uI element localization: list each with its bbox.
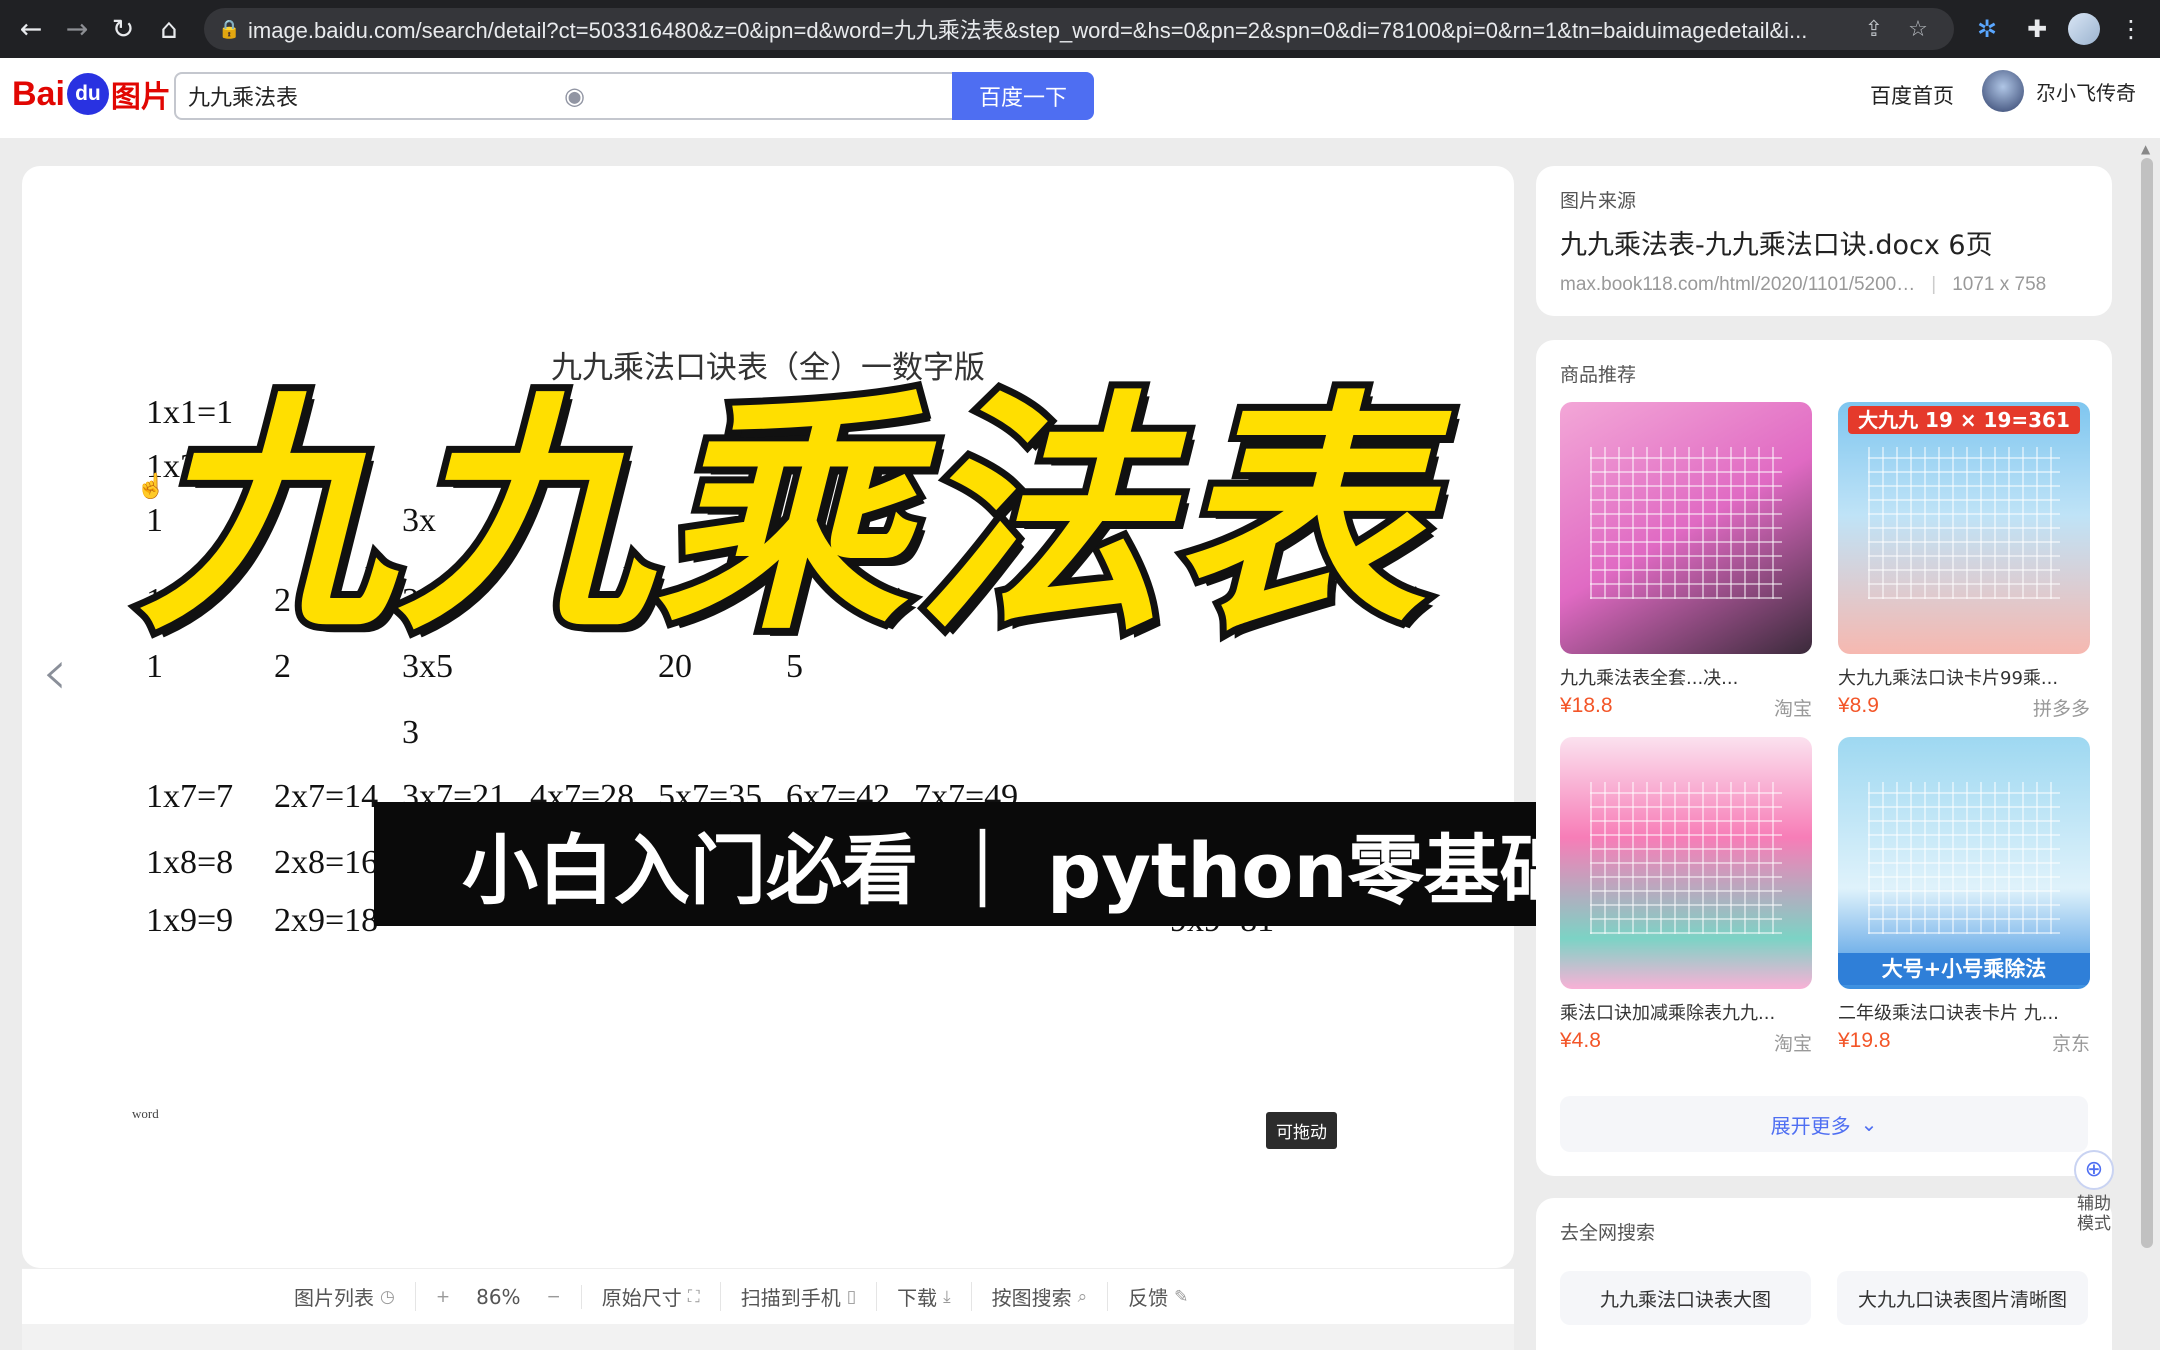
scroll-up-icon[interactable]: ▲ [2141,142,2150,156]
drag-tooltip: 可拖动 [1266,1112,1337,1149]
logo-text: Bai [12,74,65,113]
product-name[interactable]: 乘法口诀加减乘除表九九... [1560,999,1812,1025]
feedback-button[interactable]: 反馈 ✎ [1108,1282,1208,1311]
zoom-control: + 86% − [416,1284,582,1309]
product-name[interactable]: 二年级乘法口诀表卡片 九... [1838,999,2090,1025]
product-item[interactable]: 大九九 19 × 19=361 大九九乘法口诀卡片99乘... ¥8.9 拼多多 [1838,402,2090,721]
bottom-strip [22,1324,1514,1350]
product-shop: 京东 [2051,1033,2090,1055]
product-item[interactable]: 乘法口诀加减乘除表九九... ¥4.8 淘宝 [1560,737,1812,1056]
download-button[interactable]: 下载 ⤓ [877,1282,972,1311]
product-name[interactable]: 大九九乘法口诀卡片99乘... [1838,664,2090,690]
username[interactable]: 尕小飞传奇 [2036,77,2136,106]
page-scrollbar[interactable]: ▲ [2138,142,2156,1350]
show-more-button[interactable]: 展开更多 ⌄ [1560,1096,2088,1152]
user-menu[interactable]: 尕小飞传奇 [1982,70,2136,112]
search-input[interactable]: 九九乘法表 ◉ [174,72,952,120]
product-image[interactable] [1560,737,1812,989]
camera-icon[interactable]: ◉ [564,82,940,110]
product-name[interactable]: 九九乘法表全套...决... [1560,664,1812,690]
table-row: 1x8=8 2x8=16 [146,844,379,881]
browser-toolbar: ← → ↻ ⌂ 🔒 image.baidu.com/search/detail?… [0,0,2160,58]
web-search-tag[interactable]: 大九九口诀表图片清晰图 [1837,1271,2088,1325]
feedback-icon: ✎ [1174,1286,1189,1307]
web-search-tag[interactable]: 九九乘法口诀表大图 [1560,1271,1811,1325]
source-title[interactable]: 九九乘法表-九九乘法口诀.docx 6页 [1560,223,2088,262]
share-icon[interactable]: ⇪ [1852,17,1896,42]
search-value[interactable]: 九九乘法表 [188,80,564,112]
zoom-level: 86% [476,1284,521,1309]
forward-icon[interactable]: → [54,6,100,52]
source-label: 图片来源 [1560,190,1637,212]
zoom-out-icon[interactable]: − [547,1287,561,1307]
scan-to-phone-button[interactable]: 扫描到手机 ▯ [721,1282,878,1311]
reload-icon[interactable]: ↻ [100,6,146,52]
scroll-thumb[interactable] [2141,158,2153,1248]
product-price: ¥4.8 [1560,1029,1601,1052]
profile-avatar[interactable] [2068,13,2100,45]
product-item[interactable]: 大号+小号乘除法 二年级乘法口诀表卡片 九... ¥19.8 京东 [1838,737,2090,1056]
product-image[interactable]: 大号+小号乘除法 [1838,737,2090,989]
image-dimensions: 1071 x 758 [1952,274,2047,295]
baidu-header: Bai du 图片 九九乘法表 ◉ 百度一下 百度首页 尕小飞传奇 [0,58,2160,138]
web-search-label: 去全网搜索 [1560,1222,1656,1244]
table-row: 3 [402,714,419,751]
product-shop: 拼多多 [2032,698,2090,720]
baidu-logo[interactable]: Bai du 图片 [12,72,171,116]
product-image[interactable] [1560,402,1812,654]
image-viewer[interactable]: 九九乘法口诀表（全）一数字版 1x1=1 1x2=2 2x2=4 1 3x 1x4 2… [22,166,1514,1268]
accessibility-icon: ⊕ [2074,1150,2114,1190]
fit-icon: ⛶ [687,1286,700,1307]
clock-icon: ◷ [380,1286,395,1307]
home-icon[interactable]: ⌂ [146,6,192,52]
document-footer-mark: word [132,1106,159,1121]
avatar[interactable] [1982,70,2024,112]
prev-image-icon[interactable]: ‹ [42,636,68,710]
products-label: 商品推荐 [1560,364,1637,386]
product-image[interactable]: 大九九 19 × 19=361 [1838,402,2090,654]
extension-icon[interactable]: ✲ [1968,6,2006,52]
image-list-button[interactable]: 图片列表 ◷ [274,1282,416,1311]
image-search-button[interactable]: 按图搜索 ⌕ [972,1282,1109,1311]
puzzle-icon[interactable]: ✚ [2018,6,2056,52]
url-text[interactable]: image.baidu.com/search/detail?ct=5033164… [248,13,1852,45]
home-link[interactable]: 百度首页 [1870,80,1954,110]
separator: | [1931,274,1937,295]
product-price: ¥18.8 [1560,694,1613,717]
image-search-icon: ⌕ [1077,1286,1088,1307]
product-price: ¥19.8 [1838,1029,1891,1052]
zoom-in-icon[interactable]: + [436,1287,450,1307]
lock-icon: 🔒 [218,18,241,40]
image-source-card: 图片来源 九九乘法表-九九乘法口诀.docx 6页 max.book118.co… [1536,166,2112,316]
paw-icon: du [66,73,109,115]
source-url[interactable]: max.book118.com/html/2020/1101/5200… [1560,274,1915,296]
product-recommend-card: 商品推荐 九九乘法表全套...决... ¥18.8 淘宝 大九九 19 × 19=… [1536,340,2112,1176]
menu-icon[interactable]: ⋮ [2112,6,2150,52]
bookmark-star-icon[interactable]: ☆ [1896,17,1940,42]
product-price: ¥8.9 [1838,694,1879,717]
document-image[interactable]: 九九乘法口诀表（全）一数字版 1x1=1 1x2=2 2x2=4 1 3x 1x4 2… [22,166,1514,1268]
assist-mode-button[interactable]: ⊕ 辅助模式 [2072,1150,2116,1235]
logo-pic-text: 图片 [110,80,171,115]
web-search-card: 去全网搜索 九九乘法口诀表大图 大九九口诀表图片清晰图 [1536,1198,2112,1350]
product-shop: 淘宝 [1773,698,1812,720]
original-size-button[interactable]: 原始尺寸 ⛶ [582,1282,721,1311]
back-icon[interactable]: ← [8,6,54,52]
phone-icon: ▯ [846,1286,857,1307]
download-icon: ⤓ [943,1286,951,1307]
viewer-toolbar: 图片列表 ◷ + 86% − 原始尺寸 ⛶ 扫描到手机 ▯ 下载 ⤓ 按图搜索 ⌕ 反馈 ✎ [22,1268,1514,1324]
product-item[interactable]: 九九乘法表全套...决... ¥18.8 淘宝 [1560,402,1812,721]
product-shop: 淘宝 [1773,1033,1812,1055]
chevron-down-icon: ⌄ [1860,1112,1878,1136]
address-bar[interactable]: 🔒 image.baidu.com/search/detail?ct=50331… [204,8,1954,50]
search-button[interactable]: 百度一下 [952,72,1094,120]
overlay-main-title: 九九乘法表 | [133,371,1623,664]
